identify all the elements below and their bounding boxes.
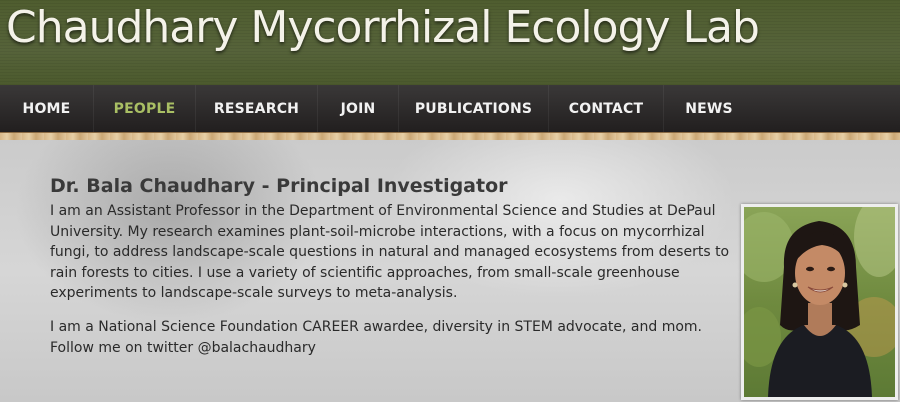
site-header: Chaudhary Mycorrhizal Ecology Lab [0, 0, 900, 85]
main-nav: HOME PEOPLE RESEARCH JOIN PUBLICATIONS C… [0, 85, 900, 132]
nav-item-home[interactable]: HOME [0, 85, 94, 132]
profile-photo [741, 204, 898, 400]
nav-item-join[interactable]: JOIN [318, 85, 399, 132]
profile-awards-paragraph: I am a National Science Foundation CAREE… [50, 319, 703, 356]
nav-item-publications[interactable]: PUBLICATIONS [399, 85, 549, 132]
nav-item-contact[interactable]: CONTACT [549, 85, 664, 132]
site-title[interactable]: Chaudhary Mycorrhizal Ecology Lab [6, 2, 760, 53]
profile-bio-paragraph: I am an Assistant Professor in the Depar… [50, 203, 730, 301]
nav-item-people[interactable]: PEOPLE [94, 85, 196, 132]
portrait-image [744, 207, 895, 397]
nav-item-research[interactable]: RESEARCH [196, 85, 318, 132]
nav-item-news[interactable]: NEWS [664, 85, 754, 132]
profile-heading: Dr. Bala Chaudhary - Principal Investiga… [50, 175, 508, 197]
main-content: Dr. Bala Chaudhary - Principal Investiga… [0, 140, 900, 402]
